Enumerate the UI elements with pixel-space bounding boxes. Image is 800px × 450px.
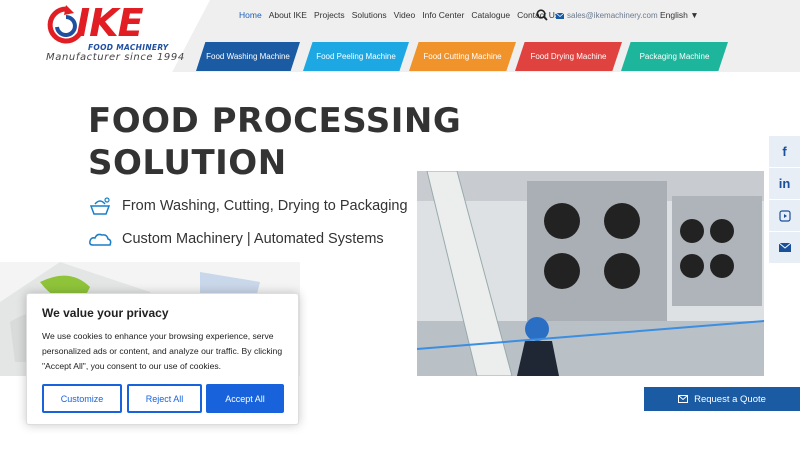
email-link[interactable]: sales@ikemachinery.com [556, 11, 658, 20]
cookie-title: We value your privacy [42, 306, 169, 320]
hero-title-line1: FOOD PROCESSING [88, 101, 462, 141]
feature-processing-text: From Washing, Cutting, Drying to Packagi… [122, 198, 408, 214]
bowl-icon [89, 197, 111, 215]
cookie-message: We use cookies to enhance your browsing … [42, 331, 283, 371]
nav-video[interactable]: Video [394, 10, 416, 24]
feature-processing: From Washing, Cutting, Drying to Packagi… [88, 196, 408, 216]
request-quote-button[interactable]: Request a Quote [644, 387, 800, 411]
drying-machine-photo [417, 171, 764, 376]
facebook-button[interactable]: f [769, 136, 800, 167]
category-drying-machine[interactable]: Food Drying Machine [515, 42, 622, 71]
linkedin-button[interactable]: in [769, 168, 800, 199]
nav-home[interactable]: Home [239, 10, 262, 24]
youtube-icon [778, 209, 791, 222]
logo-tagline: Manufacturer since 1994 [46, 52, 185, 63]
category-peeling-machine[interactable]: Food Peeling Machine [303, 42, 409, 71]
reject-all-button[interactable]: Reject All [127, 384, 202, 413]
accept-all-button[interactable]: Accept All [206, 384, 284, 413]
hero-title: FOOD PROCESSING SOLUTION [88, 100, 461, 184]
request-quote-label: Request a Quote [694, 393, 766, 405]
top-navigation: Home About IKE Projects Solutions Video … [239, 10, 559, 24]
mail-icon [778, 243, 791, 252]
cookie-consent-dialog: We value your privacy We use cookies to … [26, 293, 299, 425]
nav-projects[interactable]: Projects [314, 10, 345, 24]
category-washing-machine[interactable]: Food Washing Machine [196, 42, 300, 71]
customize-button[interactable]: Customize [42, 384, 122, 413]
hero-title-line2: SOLUTION [88, 143, 287, 183]
feature-custom-text: Custom Machinery | Automated Systems [122, 231, 384, 247]
category-cutting-machine[interactable]: Food Cutting Machine [409, 42, 516, 71]
mail-button[interactable] [769, 232, 800, 263]
linkedin-icon: in [778, 176, 791, 191]
nav-solutions[interactable]: Solutions [352, 10, 387, 24]
nav-about[interactable]: About IKE [269, 10, 307, 24]
logo[interactable]: IKE FOOD MACHINERY Manufacturer since 19… [46, 1, 184, 65]
nav-info-center[interactable]: Info Center [422, 10, 464, 24]
youtube-button[interactable] [769, 200, 800, 231]
logo-subtitle: FOOD MACHINERY [88, 43, 169, 52]
feature-custom: Custom Machinery | Automated Systems [88, 229, 384, 249]
nav-catalogue[interactable]: Catalogue [471, 10, 510, 24]
language-selector[interactable]: English ▼ [660, 10, 699, 20]
envelope-icon [678, 395, 689, 403]
email-address: sales@ikemachinery.com [567, 11, 658, 20]
cloud-icon [89, 233, 112, 246]
envelope-icon [556, 12, 564, 19]
facebook-icon: f [782, 144, 787, 159]
search-icon[interactable] [536, 9, 548, 21]
page: IKE FOOD MACHINERY Manufacturer since 19… [0, 0, 800, 450]
category-packaging-machine[interactable]: Packaging Machine [621, 42, 728, 71]
logo-wordmark: IKE [76, 1, 144, 45]
